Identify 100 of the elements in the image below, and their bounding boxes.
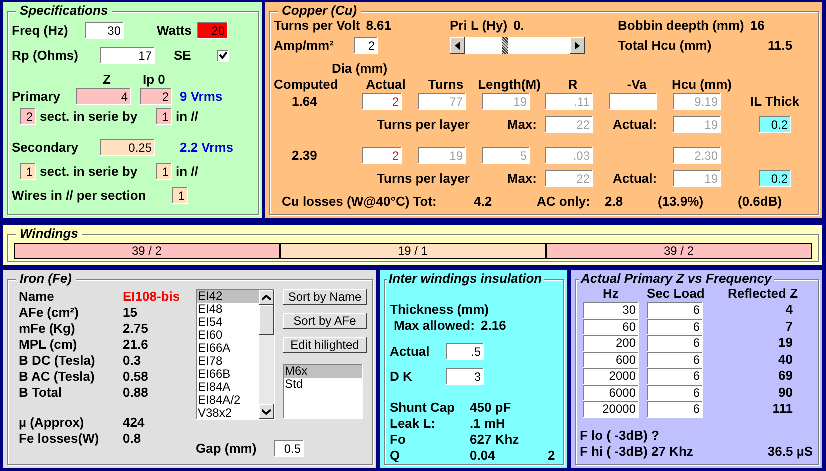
field-label: Actual: (612, 170, 658, 186)
list-item[interactable]: EI66A (197, 342, 259, 355)
impedance-value: 7 (784, 318, 794, 335)
list-item[interactable]: M6x (284, 365, 362, 378)
column-header: Reflected Z (726, 286, 800, 302)
field-label: Name (19, 289, 56, 305)
impedance-value: 40 (778, 352, 794, 368)
input-field[interactable]: 20 (197, 22, 228, 39)
impedance-value: 111 (772, 401, 794, 418)
panel-title: Windings (16, 226, 82, 242)
column-header: Z (103, 72, 112, 88)
input-field[interactable]: 20000 (583, 401, 639, 418)
input-field[interactable]: 30 (85, 22, 124, 39)
field-label: MPL (cm) (19, 337, 78, 353)
field-label: SE (174, 48, 192, 64)
input-field[interactable]: 2 (362, 147, 402, 164)
winding-segment: 39 / 2 (15, 244, 281, 258)
list-item[interactable]: EI66B (197, 368, 259, 381)
input-field[interactable]: 0.25 (100, 139, 155, 156)
column-header: Ip 0 (143, 72, 166, 88)
input-field[interactable]: 6 (647, 318, 703, 335)
input-field[interactable]: 6 (647, 335, 703, 352)
input-field[interactable]: 1 (156, 163, 172, 180)
slider[interactable] (450, 37, 585, 54)
input-field[interactable]: 2 (140, 88, 172, 105)
input-field[interactable]: 6 (647, 302, 703, 318)
input-field[interactable]: 2000 (583, 368, 639, 384)
input-field[interactable]: 30 (583, 302, 639, 318)
impedance-value: 69 (778, 368, 794, 384)
input-field[interactable]: 6 (647, 368, 703, 384)
input-field[interactable]: 200 (583, 335, 639, 352)
input-field[interactable]: 0.2 (759, 170, 791, 187)
input-field[interactable]: 600 (583, 352, 639, 368)
field-label: Turns per Volt (274, 18, 360, 34)
computed-value: 2.39 (291, 148, 318, 164)
list-item[interactable]: V38x2 (197, 407, 259, 420)
input-field[interactable]: 6 (647, 352, 703, 368)
input-field[interactable]: 1 (156, 108, 172, 125)
column-header: Turns (427, 77, 465, 93)
field-value: 0.04 (470, 448, 496, 464)
field-label: Watts (157, 22, 193, 38)
field-value: 450 pF (470, 400, 512, 416)
field-label: Total Hcu (mm) (618, 38, 713, 54)
slider-thumb[interactable] (502, 37, 508, 54)
list-item[interactable]: EI84A (197, 381, 259, 394)
field-value: .1 mH (470, 416, 506, 432)
field-label: Q (390, 448, 402, 464)
input-field[interactable]: 1 (20, 163, 36, 180)
voltage-reading: 9 Vrms (180, 88, 223, 104)
list-item[interactable]: EI84A/2 (197, 394, 259, 407)
field-value: 36.5 µS (768, 444, 813, 460)
column-header: Sec Load (647, 286, 703, 302)
field-value: 0.8 (123, 431, 142, 447)
field-label: Cu losses (W@40°C) Tot: (282, 194, 438, 210)
field-label: Thickness (mm) (390, 302, 490, 318)
input-field[interactable]: 6000 (583, 384, 639, 401)
field-value: (13.9%) (658, 194, 705, 210)
field-label: Amp/mm² (274, 38, 335, 54)
field-label: Actual (390, 344, 431, 360)
field-label: AC only: (537, 194, 592, 210)
input-field[interactable]: 2 (362, 93, 402, 110)
sort-button[interactable]: Sort by AFe (283, 313, 367, 329)
input-field[interactable]: 2 (20, 108, 36, 125)
field-value: EI108-bis (123, 289, 182, 305)
input-field[interactable]: 0.2 (759, 116, 791, 133)
field-label: Shunt Cap (390, 400, 456, 416)
field-label: in // (176, 164, 198, 180)
input-field[interactable]: 1 (172, 187, 188, 204)
column-header: Actual (365, 77, 407, 93)
input-field[interactable]: 4 (76, 88, 131, 105)
field-label: D K (390, 368, 414, 384)
input-field[interactable]: 2 (354, 37, 378, 54)
winding-segment: 19 / 1 (281, 244, 547, 258)
input-field[interactable]: .5 (446, 343, 484, 360)
input-field[interactable]: 60 (583, 318, 639, 335)
field-label: Max: (506, 116, 538, 132)
list-item[interactable]: Std (284, 378, 362, 391)
sort-button[interactable]: Edit hilighted (283, 337, 367, 353)
sort-button[interactable]: Sort by Name (283, 289, 367, 305)
material-list[interactable]: M6x Std (283, 364, 363, 419)
field-label: Secondary (12, 140, 80, 156)
input-field[interactable]: 3 (446, 368, 484, 385)
input-field[interactable]: 17 (100, 47, 155, 64)
list-item[interactable]: EI54 (197, 316, 259, 329)
list-item[interactable]: EI42 (197, 290, 259, 303)
field-label: Turns per layer (376, 116, 471, 132)
checkbox[interactable] (217, 50, 229, 62)
list-item[interactable]: EI60 (197, 329, 259, 342)
field-label: Actual: (612, 116, 658, 132)
input-field[interactable] (609, 93, 657, 110)
input-field[interactable]: 0.5 (274, 440, 304, 457)
input-field[interactable]: 6 (647, 401, 703, 418)
list-item[interactable]: EI48 (197, 303, 259, 316)
list-item[interactable]: EI78 (197, 355, 259, 368)
core-list[interactable]: EI42 EI48 EI54 EI60 EI66A EI78 EI66B EI84A EI84A/2 V38x2 (196, 289, 275, 420)
impedance-value: 19 (778, 335, 794, 352)
column-header: Hz (602, 286, 620, 302)
computed-value: 1.64 (291, 94, 318, 110)
input-field[interactable]: 6 (647, 384, 703, 401)
scrollbar-thumb[interactable] (259, 305, 274, 335)
